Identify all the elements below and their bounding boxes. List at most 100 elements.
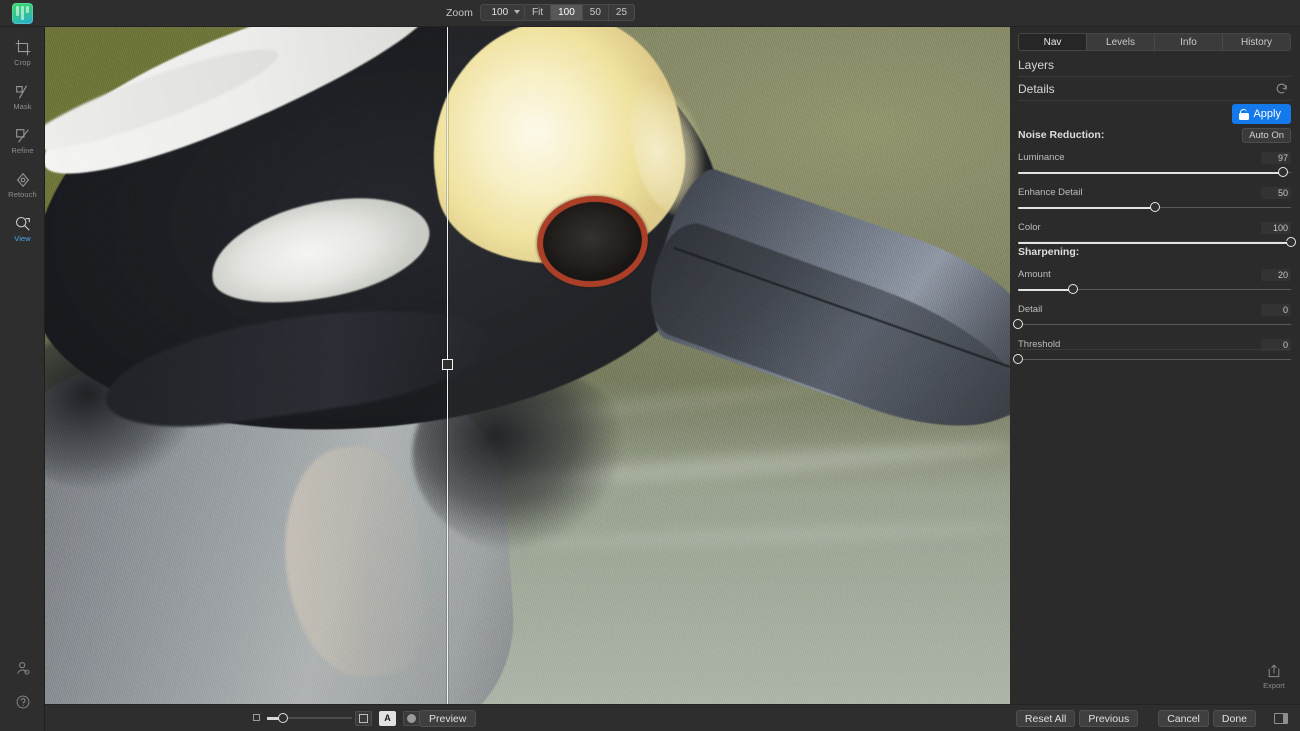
zoom-preset-fit[interactable]: Fit (525, 5, 552, 20)
slider-value: 20 (1261, 268, 1291, 281)
crop-icon (13, 39, 33, 57)
zoom-preset-50[interactable]: 50 (583, 5, 609, 20)
right-panel: Nav Levels Info History Layers Details A… (1010, 27, 1300, 731)
sidebar-item-view[interactable]: View (0, 211, 45, 247)
application-window: Zoom 100 Fit 100 50 25 Crop Mask Refine … (0, 0, 1300, 731)
tab-levels[interactable]: Levels (1087, 34, 1155, 50)
slider-label: Luminance (1018, 152, 1065, 163)
slider-luminance: Luminance 97 (1018, 151, 1291, 178)
single-view-icon[interactable] (355, 711, 372, 726)
details-label: Details (1018, 81, 1055, 96)
reset-icon[interactable] (1275, 81, 1289, 95)
slider-track[interactable] (1013, 354, 1291, 365)
noise-reduction-title: Noise Reduction: (1018, 129, 1105, 141)
reset-all-button[interactable]: Reset All (1015, 710, 1076, 727)
slider-value: 50 (1261, 186, 1291, 199)
details-section-header[interactable]: Details (1018, 77, 1291, 101)
after-side-overlay (448, 27, 1010, 704)
sidebar-item-crop[interactable]: Crop (0, 35, 45, 71)
previous-button[interactable]: Previous (1079, 710, 1139, 727)
apply-row: Apply (1018, 104, 1291, 128)
retouch-icon (13, 172, 33, 189)
tab-info[interactable]: Info (1155, 34, 1223, 50)
sharpening-section: Sharpening: Amount 20 Detail 0 Threshold… (1013, 244, 1291, 365)
zoom-preset-100[interactable]: 100 (551, 5, 583, 20)
zoom-label: Zoom (446, 6, 473, 19)
thumbnail-size-small-icon[interactable] (253, 714, 260, 721)
slider-knob[interactable] (1013, 354, 1023, 364)
layers-section-header[interactable]: Layers (1018, 53, 1291, 77)
panel-toggle-icon[interactable] (1274, 713, 1288, 724)
slider-track[interactable] (1013, 319, 1291, 330)
noise-reduction-auto-button[interactable]: Auto On (1242, 127, 1291, 143)
sidebar-item-label: Refine (11, 145, 34, 155)
slider-value: 100 (1261, 221, 1291, 234)
split-view-handle[interactable] (442, 359, 453, 370)
slider-amount: Amount 20 (1018, 268, 1291, 295)
noise-reduction-section: Noise Reduction: Auto On Luminance 97 En… (1018, 127, 1296, 248)
sidebar-item-label: Retouch (8, 189, 37, 199)
export-icon (1268, 664, 1280, 678)
export-button[interactable]: Export (1256, 663, 1292, 690)
left-tool-rail: Crop Mask Refine Retouch View (0, 27, 45, 731)
thumbnail-size-slider-knob[interactable] (278, 713, 288, 723)
image-canvas[interactable] (45, 27, 1010, 704)
slider-label: Detail (1018, 304, 1043, 315)
unlock-icon (1239, 108, 1250, 120)
slider-knob[interactable] (1013, 319, 1023, 329)
view-mode-group: A (355, 711, 420, 726)
bottom-toolbar: A Preview Reset All Previous Cancel Done (45, 704, 1300, 731)
app-logo-icon[interactable] (12, 3, 33, 24)
top-toolbar: Zoom 100 Fit 100 50 25 (0, 0, 1300, 27)
slider-threshold: Threshold 0 (1013, 338, 1291, 365)
slider-knob[interactable] (1149, 202, 1160, 212)
split-compare-icon[interactable]: A (379, 711, 396, 726)
sidebar-item-label: Mask (13, 101, 32, 111)
layers-label: Layers (1018, 57, 1055, 72)
divider (1018, 349, 1291, 350)
panel-tab-group: Nav Levels Info History (1018, 33, 1291, 51)
slider-track[interactable] (1018, 284, 1291, 295)
sidebar-item-label: View (14, 233, 31, 243)
slider-label: Color (1018, 222, 1041, 233)
zoom-control-group: Zoom 100 (446, 4, 526, 21)
slider-label: Amount (1018, 269, 1051, 280)
zoom-preset-group: Fit 100 50 25 (524, 4, 636, 21)
loupe-view-icon[interactable] (403, 711, 420, 726)
sharpening-header: Sharpening: (1018, 244, 1291, 260)
sidebar-item-retouch[interactable]: Retouch (0, 167, 45, 203)
slider-detail: Detail 0 (1013, 303, 1291, 330)
tab-nav[interactable]: Nav (1019, 34, 1087, 50)
zoom-preset-25[interactable]: 25 (609, 5, 634, 20)
rail-bottom-group (0, 660, 45, 715)
action-button-group: Reset All Previous Cancel Done (1015, 710, 1256, 727)
sidebar-item-refine[interactable]: Refine (0, 123, 45, 159)
help-icon[interactable] (15, 694, 31, 715)
slider-knob[interactable] (1277, 167, 1288, 177)
divider (1018, 241, 1291, 242)
sidebar-item-label: Crop (14, 57, 31, 67)
zoom-select-value: 100 (491, 7, 509, 18)
done-button[interactable]: Done (1212, 710, 1256, 727)
zoom-select[interactable]: 100 (479, 4, 526, 21)
slider-knob[interactable] (1067, 284, 1078, 294)
view-icon (13, 216, 33, 233)
account-icon[interactable] (15, 660, 31, 681)
sharpening-title: Sharpening: (1018, 246, 1080, 258)
slider-track[interactable] (1018, 167, 1291, 178)
slider-label: Enhance Detail (1018, 187, 1083, 198)
slider-enhance-detail: Enhance Detail 50 (1018, 186, 1291, 213)
mask-icon (13, 84, 33, 101)
sidebar-item-mask[interactable]: Mask (0, 79, 45, 115)
cancel-button[interactable]: Cancel (1158, 710, 1209, 727)
preview-button[interactable]: Preview (419, 710, 477, 727)
noise-reduction-header: Noise Reduction: Auto On (1018, 127, 1291, 143)
chevron-down-icon (513, 10, 520, 14)
slider-track[interactable] (1018, 202, 1291, 213)
tab-history[interactable]: History (1223, 34, 1290, 50)
apply-button[interactable]: Apply (1232, 104, 1291, 124)
split-compare-label: A (384, 713, 391, 723)
slider-value: 0 (1261, 303, 1291, 316)
export-label: Export (1263, 681, 1285, 690)
apply-button-label: Apply (1253, 108, 1281, 120)
